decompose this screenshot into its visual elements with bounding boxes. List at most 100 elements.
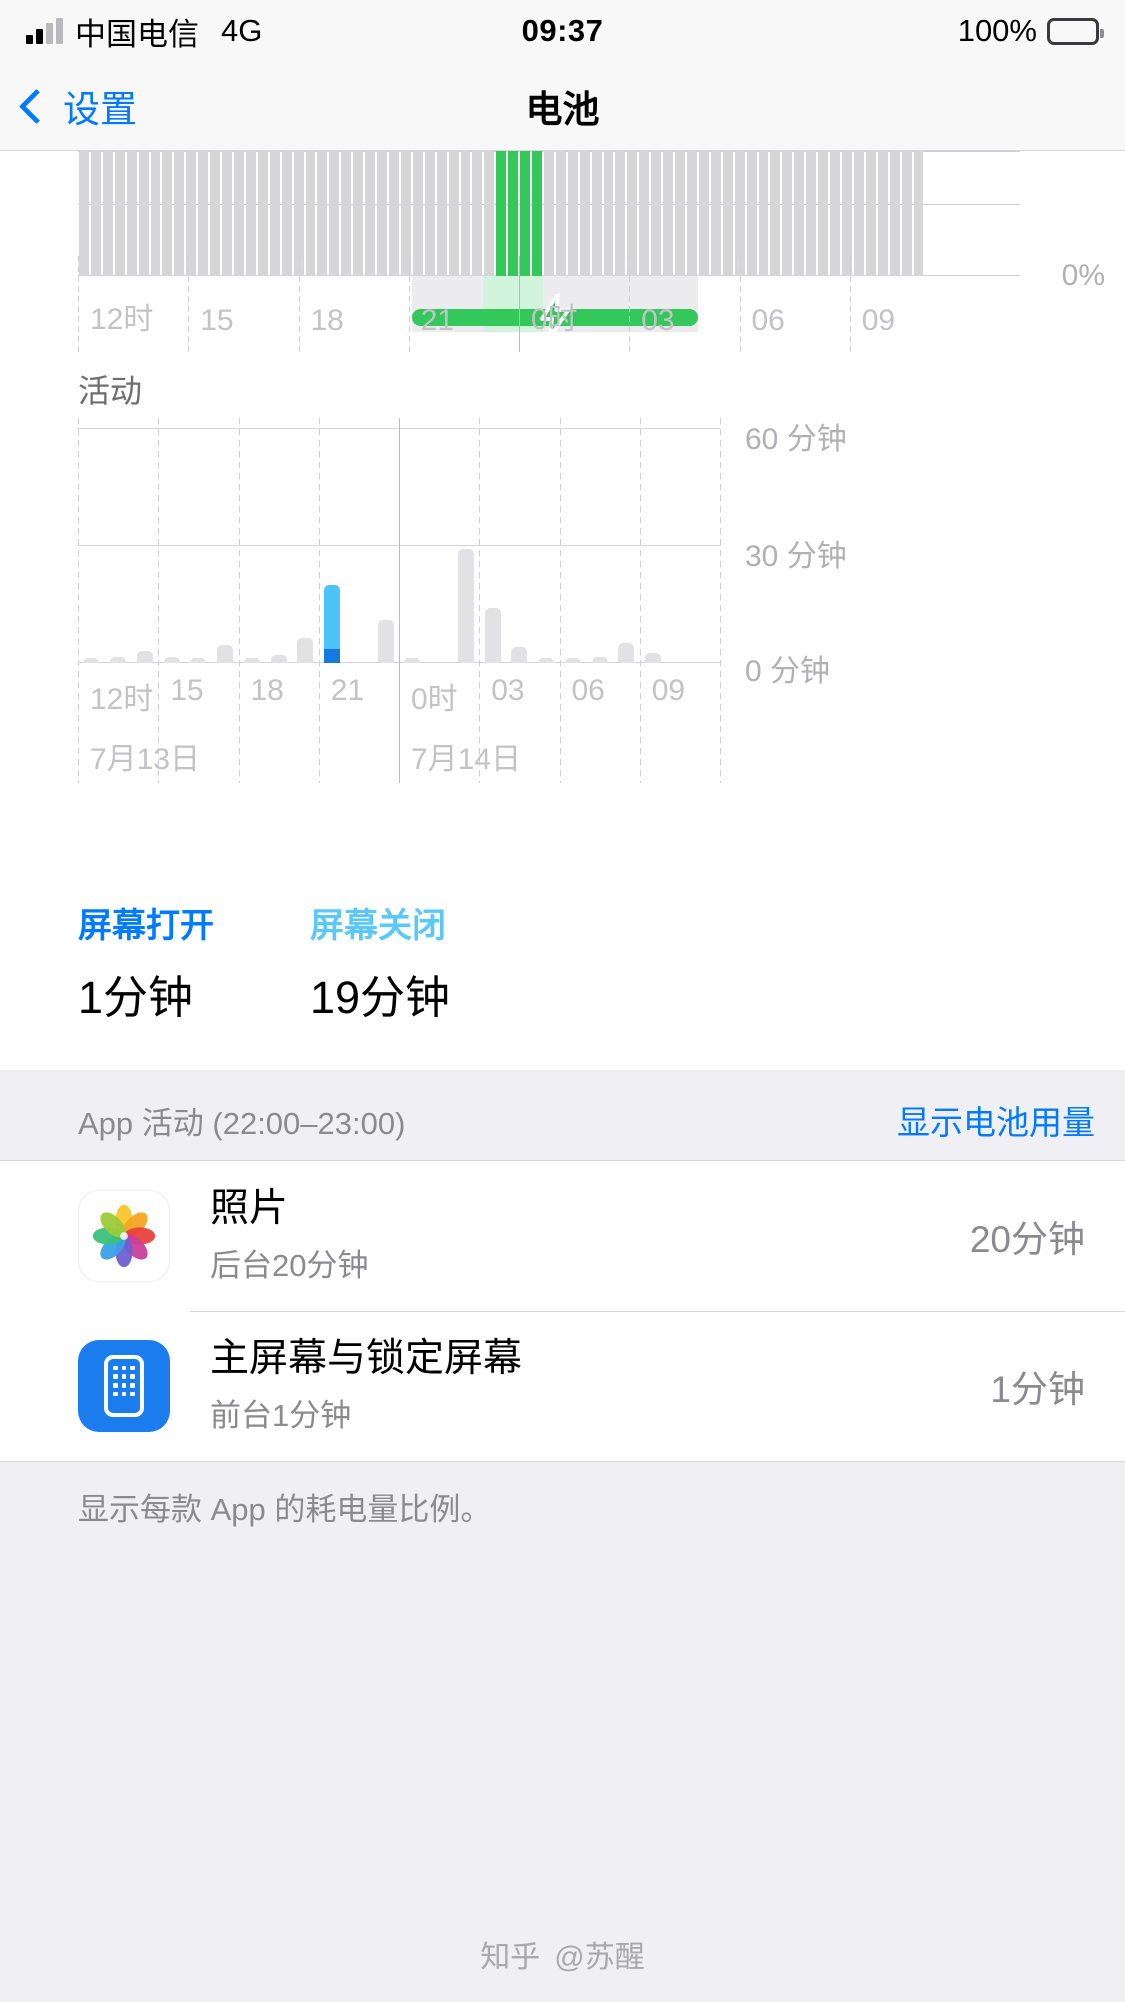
battery-bar	[90, 151, 101, 276]
battery-bar	[222, 151, 232, 276]
battery-bar	[567, 151, 578, 276]
battery-axis-tick: 12时	[90, 303, 154, 336]
activity-bar-slot	[372, 428, 399, 663]
activity-bar-slot	[693, 428, 720, 663]
activity-bar-slot	[399, 428, 426, 663]
activity-bar-screen-off	[511, 647, 528, 663]
scroll-content[interactable]: 0% 12时 15 18 21 0时 03 06 09 活动 60 分钟 30 分钟 0 分钟…	[0, 151, 1125, 2002]
battery-axis-tick: 21	[420, 304, 455, 337]
battery-bar	[508, 151, 519, 276]
screen-usage-summary: 屏幕打开 1分钟 屏幕关闭 19分钟	[0, 876, 1125, 1070]
battery-axis-tick: 0时	[531, 303, 578, 336]
activity-bar-slot	[426, 428, 453, 663]
battery-bar	[424, 151, 435, 276]
app-subtitle: 前台1分钟	[210, 1397, 352, 1433]
battery-bar	[496, 151, 507, 276]
activity-bar-slot	[292, 428, 319, 663]
app-time: 1分钟	[990, 1368, 1085, 1410]
battery-bar	[233, 151, 244, 276]
app-activity-list: 照片 后台20分钟 20分钟 主屏幕与锁定屏幕 前台1分钟 1分钟	[0, 1160, 1125, 1462]
screen-on-value: 1分钟	[78, 972, 194, 1023]
battery-bar	[329, 151, 340, 276]
battery-bar	[472, 151, 483, 276]
activity-bar-slot	[212, 428, 239, 663]
battery-bar	[913, 151, 924, 276]
watermark: 知乎 @苏醒	[0, 1932, 1125, 1976]
app-activity-title: App 活动 (22:00–23:00)	[78, 1106, 406, 1141]
battery-bar	[579, 151, 590, 276]
battery-bar	[877, 151, 888, 276]
photos-app-icon	[78, 1189, 170, 1282]
battery-bar	[198, 151, 209, 276]
activity-bar-screen-off	[618, 643, 635, 663]
battery-axis-gridline	[408, 256, 410, 352]
activity-bar-slot	[506, 428, 533, 663]
status-bar-clock: 09:37	[521, 13, 604, 48]
activity-bar-screen-off	[190, 658, 207, 663]
activity-bar-slot	[667, 428, 694, 663]
battery-bar	[722, 151, 733, 276]
battery-axis-gridline	[739, 256, 741, 352]
activity-bar-screen-off	[136, 651, 153, 663]
screen-off-column: 屏幕关闭 19分钟	[214, 898, 450, 1026]
activity-bar-screen-off	[243, 658, 260, 663]
page-title: 电池	[525, 89, 600, 130]
battery-axis-gridline	[188, 256, 190, 352]
activity-chart[interactable]: 活动 60 分钟 30 分钟 0 分钟 12时 15 18 21 0时 03 06 09 7月…	[0, 356, 1125, 876]
navigation-bar: 设置 电池	[0, 62, 1125, 151]
battery-axis-gridline	[78, 256, 79, 352]
battery-bar	[639, 151, 650, 276]
battery-bar	[460, 151, 471, 276]
battery-bar	[853, 151, 864, 276]
app-name: 主屏幕与锁定屏幕	[210, 1336, 523, 1380]
battery-bar	[341, 151, 352, 276]
activity-bar-screen-off	[538, 658, 555, 663]
activity-bar-slot	[239, 428, 266, 663]
activity-bar-slot	[560, 428, 587, 663]
battery-bar	[818, 151, 829, 276]
battery-bar	[162, 151, 173, 276]
app-activity-header: App 活动 (22:00–23:00) 显示电池用量	[0, 1070, 1125, 1160]
battery-bar	[102, 151, 113, 276]
activity-gridline	[318, 418, 320, 783]
activity-bar-slot	[78, 428, 105, 663]
battery-bar	[138, 151, 149, 276]
battery-axis-gridline	[519, 256, 520, 352]
battery-bar	[698, 151, 709, 276]
battery-chart-ylabel-0: 0%	[1061, 259, 1105, 292]
activity-bar-slot	[346, 428, 373, 663]
activity-bar-slot	[132, 428, 159, 663]
battery-axis-tick: 06	[751, 304, 785, 337]
app-subtitle: 后台20分钟	[210, 1247, 369, 1283]
battery-bar	[79, 151, 89, 276]
battery-bar	[150, 151, 161, 276]
activity-bar-screen-on	[324, 584, 341, 663]
activity-bar-slot	[158, 428, 185, 663]
screen-on-column: 屏幕打开 1分钟	[0, 898, 214, 1026]
activity-axis-tick: 03	[491, 674, 525, 707]
activity-axis-tick: 09	[651, 674, 686, 707]
activity-bar-slot	[640, 428, 667, 663]
activity-bar-slot	[613, 428, 640, 663]
battery-bar	[746, 151, 757, 276]
battery-bar	[210, 151, 221, 276]
battery-bar	[305, 151, 316, 276]
battery-bar	[806, 151, 817, 276]
battery-level-chart[interactable]: 0% 12时 15 18 21 0时 03 06 09	[0, 151, 1125, 356]
show-battery-usage-link[interactable]: 显示电池用量	[897, 1096, 1095, 1144]
battery-bar	[770, 151, 781, 276]
battery-bar	[615, 151, 626, 276]
battery-bar	[901, 151, 912, 276]
activity-bar-screen-off	[217, 645, 234, 663]
activity-bar-screen-off	[484, 608, 501, 663]
screen-off-value: 19分钟	[310, 972, 451, 1023]
list-item[interactable]: 主屏幕与锁定屏幕 前台1分钟 1分钟	[0, 1310, 1125, 1461]
activity-bar-screen-off	[297, 637, 314, 663]
activity-gridline	[559, 418, 561, 783]
list-item[interactable]: 照片 后台20分钟 20分钟	[0, 1161, 1125, 1311]
battery-bar	[353, 151, 364, 276]
activity-gridline	[720, 418, 721, 783]
battery-bar	[365, 151, 376, 276]
battery-axis-gridline	[629, 256, 631, 352]
screen-on-label: 屏幕打开	[78, 907, 214, 945]
